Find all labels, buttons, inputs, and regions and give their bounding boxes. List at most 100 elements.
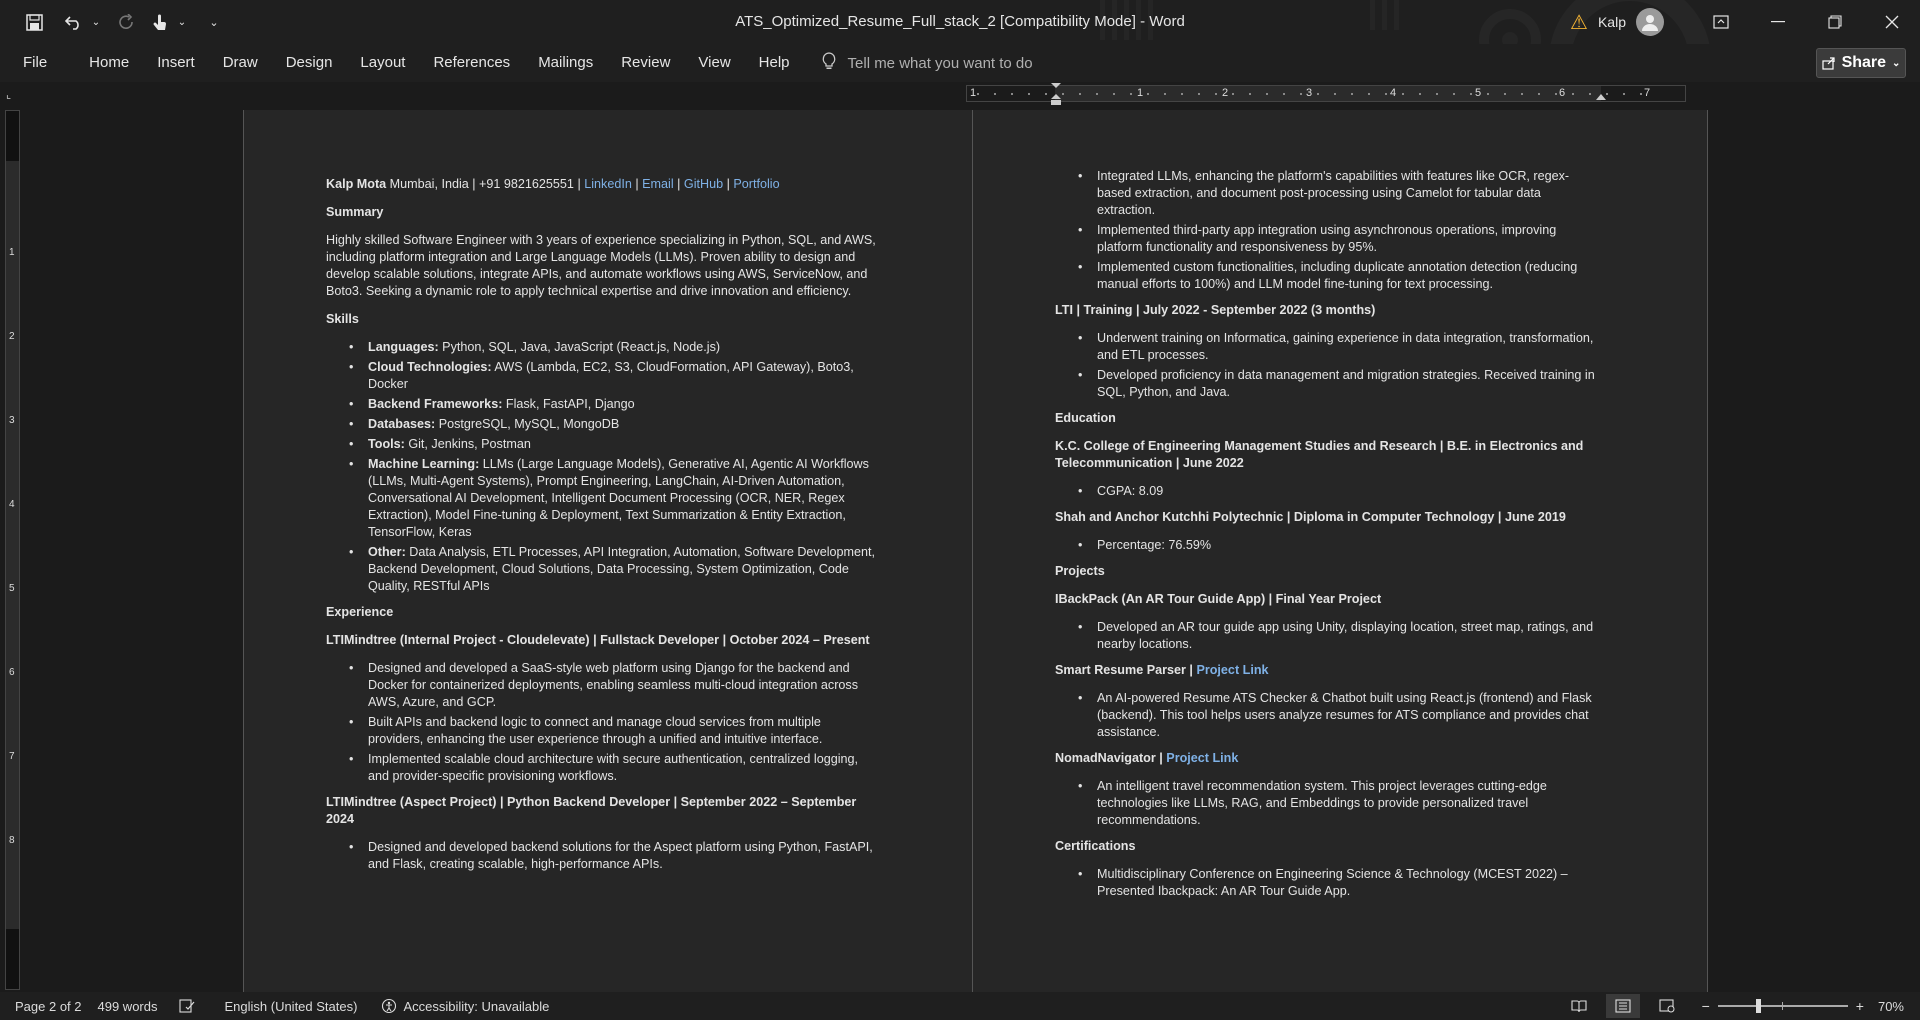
- accessibility-label: Accessibility: Unavailable: [403, 998, 550, 1014]
- warning-icon[interactable]: ⚠: [1570, 10, 1588, 35]
- ruler-tick: [1623, 93, 1625, 95]
- close-icon[interactable]: [1863, 0, 1920, 44]
- horizontal-ruler[interactable]: 1 1 2 3 4 5 6 7: [966, 83, 1686, 105]
- ruler-tick: [1385, 93, 1387, 95]
- zoom-slider-thumb[interactable]: [1755, 999, 1761, 1013]
- education-bullets: CGPA: 8.09: [1055, 483, 1600, 500]
- training-bullets: Underwent training on Informatica, gaini…: [1055, 330, 1600, 401]
- project-link[interactable]: Project Link: [1166, 751, 1238, 765]
- tab-review[interactable]: Review: [607, 44, 684, 82]
- read-mode-icon[interactable]: [1562, 994, 1596, 1018]
- undo-dropdown-icon[interactable]: ⌄: [90, 6, 102, 38]
- certification-bullets: Multidisciplinary Conference on Engineer…: [1055, 866, 1600, 900]
- vruler-number: 3: [9, 415, 15, 426]
- touch-mode-icon[interactable]: [146, 6, 174, 38]
- document-page-1[interactable]: Kalp Mota Mumbai, India | +91 9821625551…: [243, 110, 979, 992]
- zoom-level[interactable]: 70%: [1878, 999, 1904, 1014]
- resume-header: Kalp Mota Mumbai, India | +91 9821625551…: [326, 177, 780, 191]
- education-heading: Education: [1055, 411, 1116, 425]
- ruler-number: 1: [1137, 87, 1144, 99]
- tab-layout[interactable]: Layout: [346, 44, 419, 82]
- save-icon[interactable]: [20, 6, 48, 38]
- user-name[interactable]: Kalp: [1598, 14, 1626, 30]
- tab-insert[interactable]: Insert: [143, 44, 209, 82]
- education-title: Shah and Anchor Kutchhi Polytechnic | Di…: [1055, 510, 1566, 524]
- accessibility-status[interactable]: Accessibility: Unavailable: [381, 998, 549, 1014]
- redo-icon[interactable]: [112, 6, 140, 38]
- ribbon-display-options-icon[interactable]: [1692, 0, 1749, 44]
- ruler-tick: [1504, 93, 1506, 95]
- list-item: Languages: Python, SQL, Java, JavaScript…: [326, 339, 876, 356]
- vruler-top-margin: [6, 111, 19, 161]
- ruler-tick: [977, 93, 979, 95]
- share-button[interactable]: Share ⌄: [1816, 48, 1906, 78]
- skill-label: Other:: [368, 545, 406, 559]
- skill-label: Machine Learning:: [368, 457, 480, 471]
- list-item: Implemented third-party app integration …: [1055, 222, 1600, 256]
- tab-file[interactable]: File: [0, 44, 75, 82]
- restore-icon[interactable]: [1806, 0, 1863, 44]
- project-name: Smart Resume Parser |: [1055, 663, 1197, 677]
- tab-help[interactable]: Help: [745, 44, 804, 82]
- zoom-slider[interactable]: [1717, 999, 1848, 1013]
- tab-mailings[interactable]: Mailings: [524, 44, 607, 82]
- skills-list: Languages: Python, SQL, Java, JavaScript…: [326, 339, 876, 595]
- ruler-tick: [1334, 93, 1336, 95]
- education-title: K.C. College of Engineering Management S…: [1055, 439, 1584, 470]
- ruler-right-margin: [1601, 86, 1685, 101]
- zoom-in-button[interactable]: +: [1856, 998, 1864, 1014]
- project-name: NomadNavigator |: [1055, 751, 1167, 765]
- zoom-out-button[interactable]: −: [1702, 998, 1710, 1014]
- ruler-tick: [1640, 93, 1642, 95]
- tab-home[interactable]: Home: [75, 44, 143, 82]
- indent-marker-icon[interactable]: [1050, 82, 1062, 108]
- tab-draw[interactable]: Draw: [209, 44, 272, 82]
- status-bar: Page 2 of 2 499 words English (United St…: [0, 992, 1920, 1020]
- github-link[interactable]: GitHub: [684, 177, 723, 191]
- ruler-tick: [1062, 93, 1064, 95]
- page-2-content[interactable]: Integrated LLMs, enhancing the platform'…: [1055, 168, 1600, 909]
- tab-design[interactable]: Design: [272, 44, 347, 82]
- touch-mode-dropdown-icon[interactable]: ⌄: [176, 6, 188, 38]
- project-link[interactable]: Project Link: [1196, 663, 1268, 677]
- avatar[interactable]: [1636, 8, 1664, 36]
- language-status[interactable]: English (United States): [224, 999, 357, 1014]
- ruler-tick: [1232, 93, 1234, 95]
- undo-icon[interactable]: [60, 6, 88, 38]
- minimize-icon[interactable]: [1749, 0, 1806, 44]
- tab-view[interactable]: View: [684, 44, 744, 82]
- portfolio-link[interactable]: Portfolio: [733, 177, 779, 191]
- skill-label: Tools:: [368, 437, 405, 451]
- tab-references[interactable]: References: [419, 44, 524, 82]
- ruler-tick: [1011, 93, 1013, 95]
- print-layout-icon[interactable]: [1605, 994, 1640, 1018]
- tell-me-search[interactable]: Tell me what you want to do: [822, 51, 1033, 75]
- web-layout-icon[interactable]: [1650, 994, 1684, 1018]
- list-item: CGPA: 8.09: [1055, 483, 1600, 500]
- page-1-content[interactable]: Kalp Mota Mumbai, India | +91 9821625551…: [326, 176, 876, 882]
- contact-info: Mumbai, India | +91 9821625551 |: [386, 177, 585, 191]
- proofing-icon[interactable]: [179, 999, 195, 1013]
- ruler-tick: [1215, 93, 1217, 95]
- document-page-2[interactable]: Integrated LLMs, enhancing the platform'…: [972, 110, 1708, 992]
- job-bullets: Designed and developed a SaaS-style web …: [326, 660, 876, 785]
- quick-access-toolbar: ⌄ ⌄ ⌄: [0, 6, 228, 38]
- document-area[interactable]: Kalp Mota Mumbai, India | +91 9821625551…: [22, 106, 1920, 992]
- ruler-tick: [1317, 93, 1319, 95]
- vertical-ruler[interactable]: 1 2 3 4 5 6 7 8: [5, 110, 20, 990]
- linkedin-link[interactable]: LinkedIn: [584, 177, 632, 191]
- skill-label: Languages:: [368, 340, 439, 354]
- page-count[interactable]: Page 2 of 2: [15, 999, 82, 1014]
- vruler-number: 2: [9, 331, 15, 342]
- list-item: Implemented scalable cloud architecture …: [326, 751, 876, 785]
- customize-toolbar-icon[interactable]: ⌄: [200, 6, 228, 38]
- word-count[interactable]: 499 words: [98, 999, 158, 1014]
- email-link[interactable]: Email: [642, 177, 674, 191]
- tab-selector-icon[interactable]: ⌞: [6, 88, 20, 102]
- skill-label: Databases:: [368, 417, 436, 431]
- list-item: Machine Learning: LLMs (Large Language M…: [326, 456, 876, 541]
- title-bar: ⌄ ⌄ ⌄ ATS_Optimized_Resume_Full_stack_2 …: [0, 0, 1920, 44]
- education-bullets: Percentage: 76.59%: [1055, 537, 1600, 554]
- project-title: Smart Resume Parser | Project Link: [1055, 662, 1600, 679]
- ruler-tick: [1266, 93, 1268, 95]
